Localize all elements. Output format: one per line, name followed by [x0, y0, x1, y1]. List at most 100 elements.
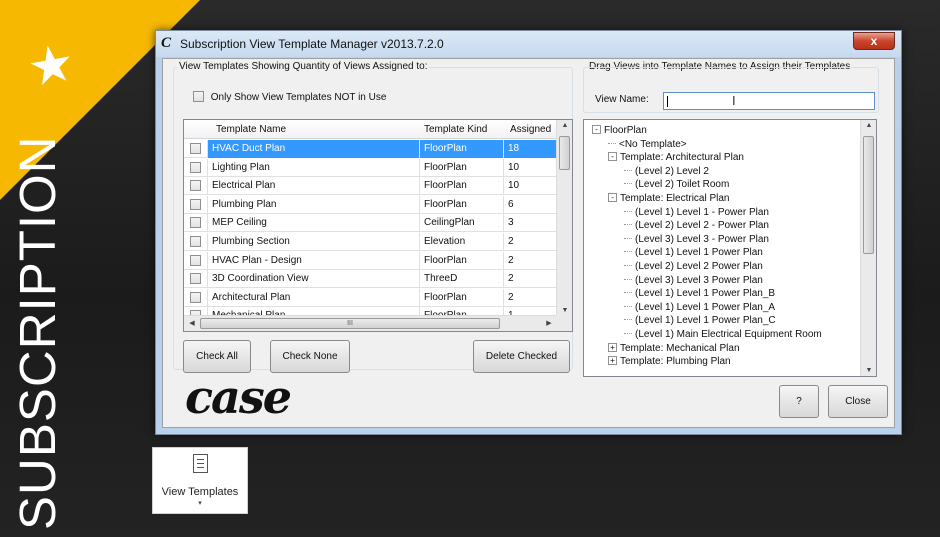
case-logo: case [185, 370, 292, 424]
assigned-count-cell: 10 [504, 158, 557, 177]
filter-checkbox[interactable] [193, 91, 204, 102]
delete-checked-button[interactable]: Delete Checked [473, 340, 570, 373]
template-name-cell: Plumbing Plan [208, 195, 420, 214]
text-caret [667, 96, 668, 107]
table-row[interactable]: Plumbing Section Elevation 2 [184, 233, 557, 251]
row-checkbox-cell [184, 214, 208, 233]
tree-node[interactable]: - Template: Architectural Plan [608, 151, 744, 164]
scroll-up-icon[interactable]: ▲ [557, 122, 572, 129]
window-close-button[interactable]: x [853, 32, 895, 50]
tree-node[interactable]: <No Template> [608, 138, 687, 151]
table-row[interactable]: Lighting Plan FloorPlan 10 [184, 158, 557, 177]
row-checkbox[interactable] [190, 254, 201, 266]
template-name-cell: MEP Ceiling [208, 214, 420, 233]
row-checkbox[interactable] [190, 273, 201, 285]
grid-vertical-scroll-thumb[interactable] [559, 136, 570, 170]
tree-scroll-down-icon[interactable]: ▼ [861, 367, 876, 374]
template-manager-window: C Subscription View Template Manager v20… [155, 30, 902, 435]
table-row[interactable]: 3D Coordination View ThreeD 2 [184, 270, 557, 289]
view-templates-ribbon-button[interactable]: View Templates ▾ [152, 447, 248, 514]
table-row[interactable]: HVAC Plan - Design FloorPlan 2 [184, 251, 557, 270]
title-bar[interactable]: C Subscription View Template Manager v20… [156, 31, 901, 57]
column-header-template-kind[interactable]: Template Kind [424, 124, 487, 135]
tree-node-label: (Level 2) Level 2 - Power Plan [635, 220, 769, 232]
views-tree[interactable]: - FloorPlan <No Template> - Template: Archit… [583, 119, 877, 377]
table-row[interactable]: MEP Ceiling CeilingPlan 3 [184, 214, 557, 233]
tree-node[interactable]: (Level 1) Level 1 Power Plan_C [624, 314, 776, 327]
collapse-icon[interactable]: - [608, 152, 617, 162]
row-checkbox[interactable] [190, 236, 201, 247]
assigned-count-cell: 2 [504, 288, 557, 307]
help-button[interactable]: ? [779, 385, 819, 418]
expand-icon[interactable]: + [608, 342, 617, 352]
scroll-corner [556, 315, 572, 331]
row-checkbox[interactable] [190, 217, 201, 229]
scroll-down-icon[interactable]: ▼ [557, 307, 572, 314]
row-checkbox[interactable] [190, 291, 201, 303]
row-checkbox[interactable] [190, 143, 201, 154]
tree-node[interactable]: (Level 1) Level 1 - Power Plan [624, 206, 769, 219]
tree-node-label: FloorPlan [604, 125, 647, 136]
tree-connector [624, 305, 632, 307]
tree-node-label: Template: Architectural Plan [620, 152, 744, 164]
scroll-right-icon[interactable]: ▶ [541, 319, 557, 327]
templates-grid[interactable]: Template Name Template Kind Assigned HVA… [183, 119, 573, 332]
tree-node[interactable]: (Level 2) Toilet Room [624, 178, 729, 191]
tree-node-label: <No Template> [619, 138, 687, 150]
tree-connector [624, 292, 632, 294]
table-row[interactable]: Architectural Plan FloorPlan 2 [184, 288, 557, 307]
collapse-icon[interactable]: - [608, 193, 617, 202]
filter-checkbox-label: Only Show View Templates NOT in Use [210, 92, 387, 103]
tree-connector [624, 333, 632, 334]
tree-scroll-up-icon[interactable]: ▲ [861, 122, 876, 129]
check-none-button[interactable]: Check None [270, 340, 350, 373]
grid-vertical-scrollbar[interactable]: ▲ ▼ [556, 120, 572, 316]
tree-node[interactable]: (Level 1) Level 1 Power Plan_A [624, 301, 775, 314]
table-row[interactable]: HVAC Duct Plan FloorPlan 18 [184, 140, 557, 158]
tree-vertical-scroll-thumb[interactable] [863, 136, 874, 254]
scroll-left-icon[interactable]: ◀ [184, 319, 200, 327]
tree-node[interactable]: + Template: Mechanical Plan [608, 342, 740, 355]
filter-option[interactable]: Only Show View Templates NOT in Use [193, 91, 386, 103]
tree-node[interactable]: (Level 1) Level 1 Power Plan [624, 246, 763, 259]
row-checkbox-cell [184, 177, 208, 196]
view-templates-label: View Templates [161, 486, 239, 498]
tree-connector [624, 169, 632, 171]
template-name-cell: HVAC Plan - Design [208, 251, 420, 270]
tree-connector [624, 237, 632, 239]
expand-icon[interactable]: + [608, 356, 617, 366]
grid-horizontal-scroll-thumb[interactable]: III [200, 318, 500, 329]
tree-node[interactable]: (Level 3) Level 3 Power Plan [624, 274, 763, 287]
row-checkbox[interactable] [190, 180, 201, 192]
grid-horizontal-scrollbar[interactable]: ◀ III ▶ [184, 315, 557, 331]
view-name-input[interactable]: I [663, 92, 875, 110]
tree-node-label: (Level 1) Main Electrical Equipment Room [635, 329, 822, 340]
tree-vertical-scrollbar[interactable]: ▲ ▼ [860, 120, 876, 376]
tree-node[interactable]: (Level 2) Level 2 - Power Plan [624, 219, 769, 232]
tree-node-label: (Level 3) Level 3 - Power Plan [635, 233, 769, 245]
tree-node[interactable]: - FloorPlan [592, 124, 647, 137]
template-kind-cell: FloorPlan [420, 288, 504, 307]
tree-node[interactable]: (Level 2) Level 2 Power Plan [624, 260, 763, 273]
row-checkbox[interactable] [190, 198, 201, 210]
row-checkbox[interactable] [190, 161, 201, 173]
dropdown-arrow-icon[interactable]: ▾ [153, 499, 247, 507]
assigned-count-cell: 2 [504, 233, 557, 251]
tree-node[interactable]: (Level 1) Main Electrical Equipment Room [624, 328, 822, 341]
collapse-icon[interactable]: - [592, 125, 601, 134]
tree-node[interactable]: (Level 2) Level 2 [624, 165, 709, 178]
template-kind-cell: Elevation [420, 233, 504, 251]
tree-node[interactable]: (Level 3) Level 3 - Power Plan [624, 233, 769, 246]
tree-node[interactable]: - Template: Electrical Plan [608, 192, 730, 205]
tree-node-label: (Level 2) Level 2 [635, 165, 709, 177]
close-button[interactable]: Close [828, 385, 888, 418]
document-icon [193, 454, 208, 473]
tree-node[interactable]: (Level 1) Level 1 Power Plan_B [624, 287, 775, 300]
column-header-assigned[interactable]: Assigned [510, 124, 551, 135]
table-row[interactable]: Plumbing Plan FloorPlan 6 [184, 195, 557, 214]
tree-node[interactable]: + Template: Plumbing Plan [608, 355, 731, 368]
table-row[interactable]: Electrical Plan FloorPlan 10 [184, 177, 557, 196]
column-header-template-name[interactable]: Template Name [216, 124, 286, 135]
row-checkbox-cell [184, 195, 208, 214]
check-all-button[interactable]: Check All [183, 340, 251, 373]
